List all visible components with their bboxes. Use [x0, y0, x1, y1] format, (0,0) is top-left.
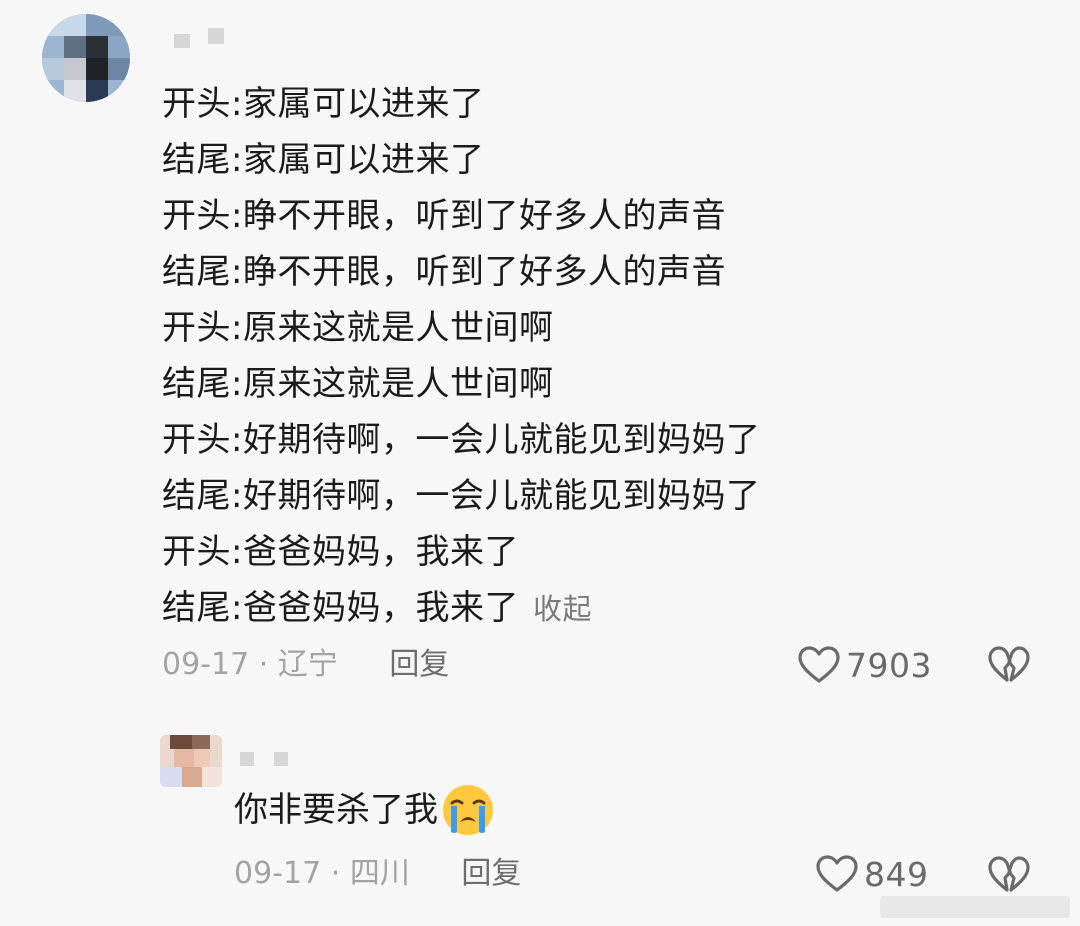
- comment-line: 结尾:睁不开眼，听到了好多人的声音: [162, 252, 726, 292]
- reply-like-button[interactable]: 849: [816, 852, 929, 896]
- reply-like-count: 849: [864, 854, 929, 894]
- comment-line: 结尾:好期待啊，一会儿就能见到妈妈了: [162, 476, 761, 516]
- comment-line: 开头:睁不开眼，听到了好多人的声音: [162, 196, 726, 236]
- dislike-button[interactable]: [988, 646, 1030, 688]
- reply-button[interactable]: 回复: [461, 856, 521, 891]
- reply-avatar[interactable]: [160, 735, 222, 787]
- comment-line: 结尾:原来这就是人世间啊: [162, 364, 554, 404]
- reply-date: 09-17: [234, 856, 322, 891]
- comment-line: 结尾:家属可以进来了: [162, 140, 485, 180]
- comment-location: 辽宁: [277, 647, 338, 682]
- comment-body: 开头:家属可以进来了 结尾:家属可以进来了 开头:睁不开眼，听到了好多人的声音 …: [162, 76, 760, 636]
- comment-meta: 09-17 · 辽宁 回复: [162, 643, 449, 687]
- reply-body: 你非要杀了我: [234, 780, 496, 840]
- comment-line: 开头:好期待啊，一会儿就能见到妈妈了: [162, 420, 761, 460]
- meta-separator: ·: [258, 647, 269, 682]
- heart-icon: [798, 646, 840, 683]
- reply-text: 你非要杀了我: [234, 790, 438, 830]
- like-button[interactable]: 7903: [798, 643, 932, 687]
- comment-line: 开头:爸爸妈妈，我来了: [162, 532, 519, 572]
- broken-heart-icon: [988, 646, 1030, 682]
- heart-icon: [816, 855, 858, 892]
- collapse-link[interactable]: 收起: [533, 592, 592, 626]
- reply-dislike-button[interactable]: [988, 856, 1030, 898]
- reply-meta: 09-17 · 四川 回复: [234, 852, 521, 896]
- comment-line-last: 结尾:爸爸妈妈，我来了 收起: [162, 580, 760, 636]
- reply-button[interactable]: 回复: [389, 647, 449, 682]
- comment-line: 开头:家属可以进来了: [162, 84, 485, 124]
- broken-heart-icon: [988, 856, 1030, 892]
- meta-separator: ·: [330, 856, 341, 891]
- avatar[interactable]: [42, 14, 130, 102]
- watermark-redacted: [880, 896, 1070, 918]
- loudly-crying-face-icon: [443, 785, 493, 835]
- comment-date: 09-17: [162, 647, 250, 682]
- comment-line-text: 结尾:爸爸妈妈，我来了: [162, 588, 519, 628]
- reply-location: 四川: [349, 856, 410, 891]
- comment-line: 开头:原来这就是人世间啊: [162, 308, 554, 348]
- like-count: 7903: [846, 645, 932, 685]
